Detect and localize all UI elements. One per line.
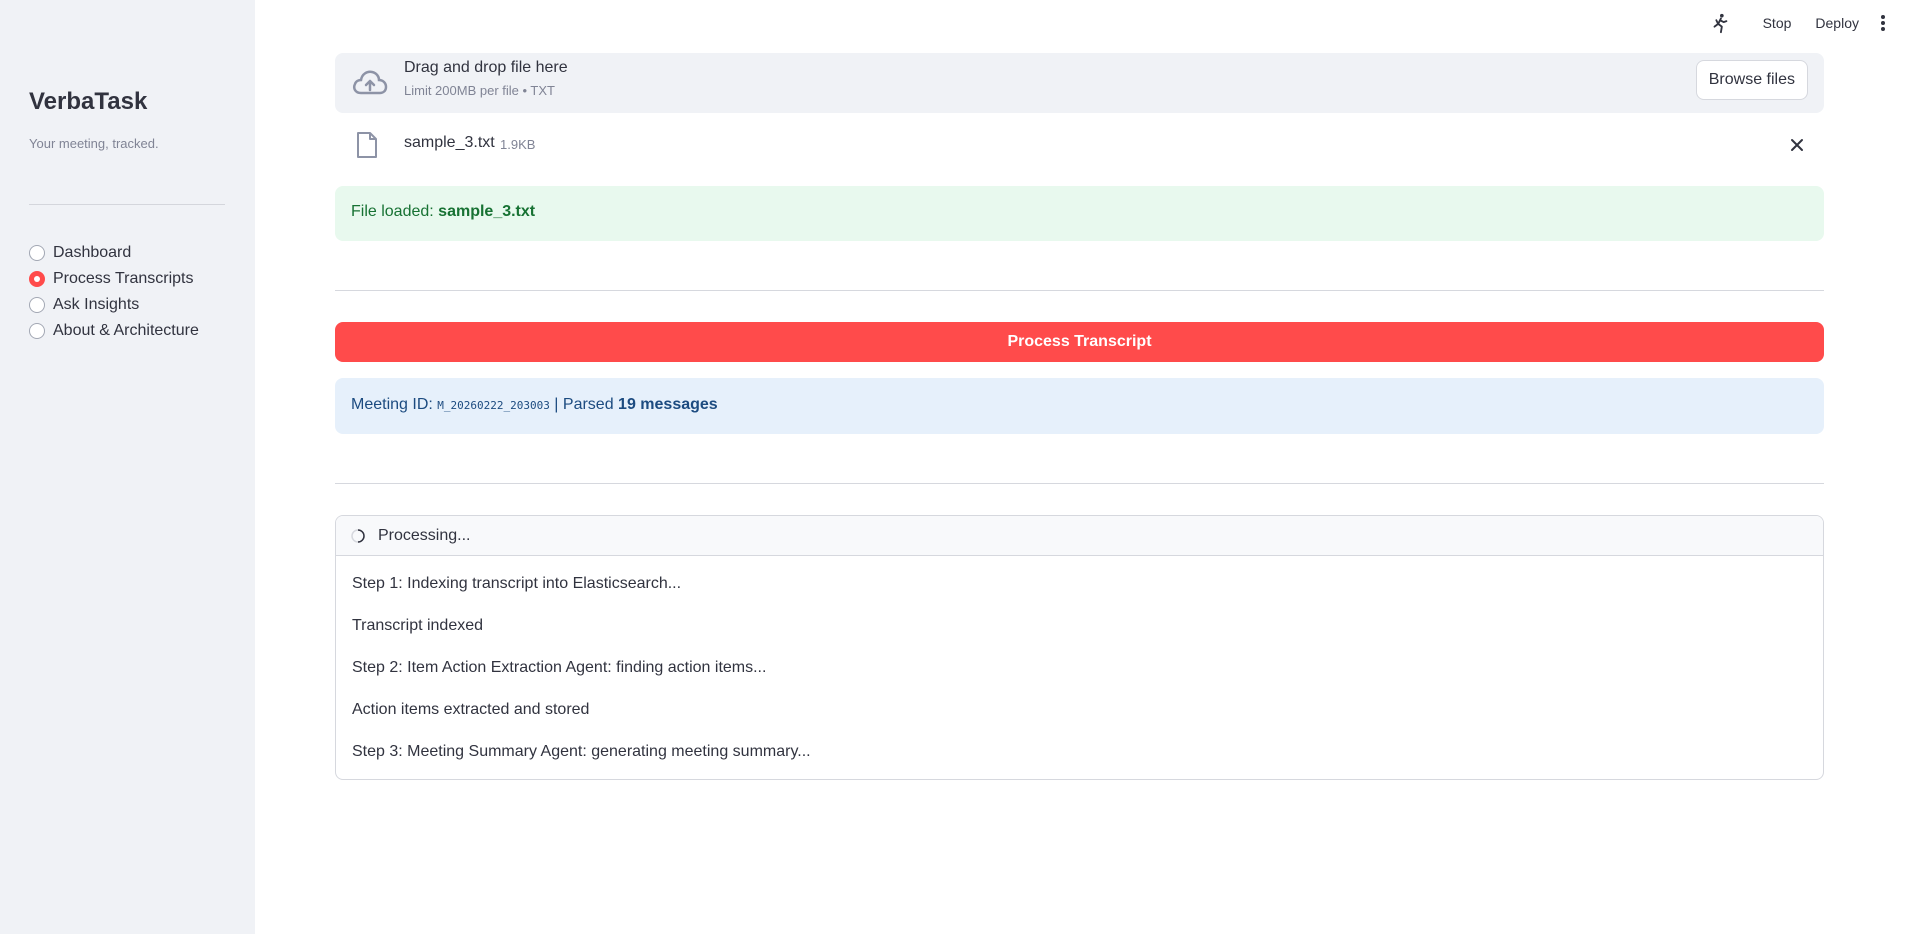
meeting-id-label: Meeting ID: <box>351 396 438 413</box>
close-icon[interactable] <box>1788 136 1806 154</box>
cloud-upload-icon <box>353 70 388 95</box>
toolbar: Stop Deploy <box>1709 12 1891 34</box>
divider <box>335 290 1824 291</box>
status-step: Step 1: Indexing transcript into Elastic… <box>352 575 682 592</box>
uploaded-file-row: sample_3.txt 1.9KB <box>335 128 1824 162</box>
dropzone-limit: Limit 200MB per file • TXT <box>404 83 555 98</box>
info-alert: Meeting ID: M_20260222_203003 | Parsed 1… <box>335 378 1824 434</box>
nav-item-ask-insights[interactable]: Ask Insights <box>29 292 199 318</box>
success-filename: sample_3.txt <box>438 203 536 220</box>
nav-radio-group: Dashboard Process Transcripts Ask Insigh… <box>29 240 199 344</box>
nav-item-label: Ask Insights <box>53 296 140 313</box>
running-man-icon <box>1713 13 1727 34</box>
status-step: Step 3: Meeting Summary Agent: generatin… <box>352 743 811 760</box>
file-dropzone[interactable]: Drag and drop file here Limit 200MB per … <box>335 53 1824 113</box>
stop-button[interactable]: Stop <box>1751 15 1804 31</box>
success-prefix: File loaded: <box>351 203 439 220</box>
dropzone-title: Drag and drop file here <box>404 59 568 76</box>
browse-files-button[interactable]: Browse files <box>1695 60 1808 100</box>
status-steps: Step 1: Indexing transcript into Elastic… <box>336 556 1823 779</box>
app-title: VerbaTask <box>29 88 148 115</box>
file-size: 1.9KB <box>500 137 536 152</box>
status-label: Processing... <box>378 526 471 544</box>
radio-button-selected[interactable] <box>29 271 45 287</box>
nav-item-label: Dashboard <box>53 244 132 261</box>
nav-item-dashboard[interactable]: Dashboard <box>29 240 199 266</box>
status-header[interactable]: Processing... <box>336 516 1823 556</box>
status-container: Processing... Step 1: Indexing transcrip… <box>335 515 1824 780</box>
spinner-icon <box>351 528 365 543</box>
meeting-id-value: M_20260222_203003 <box>437 399 550 412</box>
kebab-menu-icon[interactable] <box>1875 13 1891 33</box>
app-tagline: Your meeting, tracked. <box>29 136 159 151</box>
sidebar: VerbaTask Your meeting, tracked. Dashboa… <box>0 0 255 934</box>
radio-button[interactable] <box>29 323 45 339</box>
status-step: Step 2: Item Action Extraction Agent: fi… <box>352 659 767 676</box>
status-step: Transcript indexed <box>352 617 484 634</box>
radio-button[interactable] <box>29 297 45 313</box>
nav-item-label: About & Architecture <box>53 322 199 339</box>
success-alert: File loaded: sample_3.txt <box>335 186 1824 241</box>
file-name: sample_3.txt <box>404 134 495 151</box>
process-transcript-button[interactable]: Process Transcript <box>335 322 1824 362</box>
sidebar-divider <box>29 204 225 205</box>
nav-item-about-architecture[interactable]: About & Architecture <box>29 318 199 344</box>
status-step: Action items extracted and stored <box>352 701 590 718</box>
nav-item-process-transcripts[interactable]: Process Transcripts <box>29 266 199 292</box>
file-icon <box>357 132 377 158</box>
message-count: 19 messages <box>618 396 718 413</box>
deploy-button[interactable]: Deploy <box>1803 15 1871 31</box>
radio-button[interactable] <box>29 245 45 261</box>
nav-item-label: Process Transcripts <box>53 270 194 287</box>
parsed-label: | Parsed <box>549 396 619 413</box>
divider <box>335 483 1824 484</box>
